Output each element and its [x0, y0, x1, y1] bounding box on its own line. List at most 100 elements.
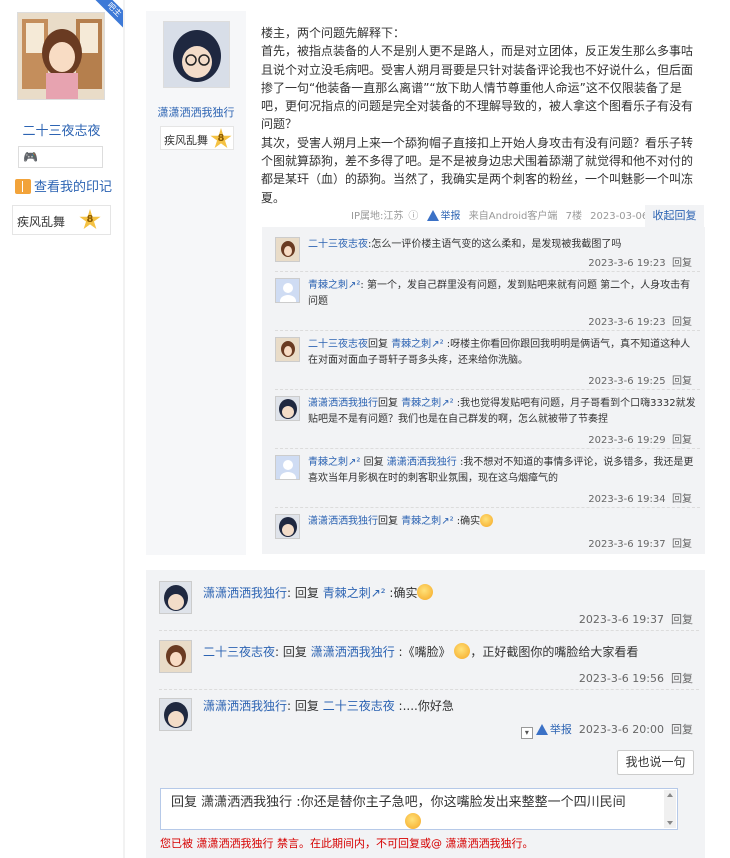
post-level-star-icon: 8 [210, 128, 232, 149]
editor-scrollbar[interactable] [664, 790, 676, 828]
post-author-level-name: 疾风乱舞 [164, 134, 208, 147]
reply-action[interactable]: 回复 [672, 258, 692, 269]
admin-ribbon: 吧主 [95, 0, 125, 30]
warning-icon [426, 210, 439, 221]
post-meta: IP属地:江苏 ⓘ 举报 来自Android客户端 7楼 2023-03-06 1… [351, 207, 685, 222]
add-reply-button[interactable]: 我也说一句 [617, 750, 694, 775]
report-link[interactable]: 举报 [426, 210, 461, 222]
reply-author[interactable]: 二十三夜志夜 [203, 645, 275, 659]
list-item: 青棘之刺↗²: 第一个，发自己群里没有问题，发到贴吧来就有问题 第二个，人身攻击… [275, 278, 700, 331]
post-content: 楼主，两个问题先解释下： 首先，被指点装备的人不是别人更不是路人，而是对立团体，… [261, 24, 701, 207]
reply-action[interactable]: 回复 [672, 435, 692, 446]
reply-time: 2023-3-6 19:23 [588, 258, 666, 269]
ip-location: IP属地:江苏 [351, 211, 404, 222]
reply-action[interactable]: 回复 [671, 672, 693, 685]
list-item: 潇潇洒洒我独行回复 青棘之刺↗² :我也觉得发贴吧有问题，月子哥看到个口嗨333… [275, 396, 700, 449]
post-paragraph: 楼主，两个问题先解释下： [261, 26, 406, 40]
reply-author[interactable]: 潇潇洒洒我独行 [308, 398, 378, 409]
floor-number: 7楼 [565, 211, 582, 222]
gamepad-icon: 🎮 [23, 150, 38, 164]
reply-author[interactable]: 潇潇洒洒我独行 [203, 699, 287, 713]
reply-time: 2023-3-6 19:37 [588, 539, 666, 550]
post-author-avatar[interactable] [163, 21, 230, 88]
reply-action[interactable]: 回复 [672, 539, 692, 550]
reply-author[interactable]: 二十三夜志夜 [308, 239, 368, 250]
sweat-emoji-icon [405, 813, 421, 829]
reply-text: :怎么一评价楼主语气变的这么柔和，是发现被我截图了吗 [368, 239, 622, 250]
game-badge-box[interactable]: 🎮 [18, 146, 103, 168]
reply-text-tail: ，正好截图你的嘴脸给大家看看 [470, 645, 639, 659]
level-badge: 疾风乱舞 8 [12, 205, 111, 235]
reply-target[interactable]: 青棘之刺 [323, 586, 371, 600]
post-paragraph: 其次，受害人朔月上来一个舔狗帽子直接扣上开始人身攻击有没有问题？看乐子转个图就算… [261, 135, 694, 205]
reply-time: 2023-3-6 19:56 [578, 672, 664, 685]
reply-avatar[interactable] [275, 278, 300, 303]
ban-notice: 您已被 潇潇洒洒我独行 禁言。在此期间内，不可回复或@ 潇潇洒洒我独行。 [160, 837, 534, 850]
book-icon [15, 179, 31, 194]
list-item: 青棘之刺↗² 回复 潇潇洒洒我独行 :我不想对不知道的事情多评论，说多错多，我还… [275, 455, 700, 508]
reply-time: 2023-3-6 19:25 [588, 376, 666, 387]
grin-emoji-icon [480, 514, 494, 527]
reply-time: 2023-3-6 19:37 [578, 613, 664, 626]
user-sidebar: 吧主 二十三夜志夜 🎮 查看我的印记 疾风乱舞 8 [0, 0, 125, 858]
reply-action[interactable]: 回复 [672, 317, 692, 328]
reply-author[interactable]: 青棘之刺 [308, 280, 348, 291]
report-link[interactable]: 举报 [535, 723, 572, 736]
reply-action[interactable]: 回复 [672, 376, 692, 387]
smug-emoji-icon [454, 643, 471, 659]
list-item: 潇潇洒洒我独行: 回复 青棘之刺↗² :确实 2023-3-6 19:37 回复 [159, 581, 699, 631]
client-source: 来自Android客户端 [468, 211, 558, 222]
list-item: 潇潇洒洒我独行回复 青棘之刺↗² :确实 2023-3-6 19:37 回复 [275, 514, 700, 550]
reply-text: :确实 [385, 586, 418, 600]
post-paragraph: 首先，被指点装备的人不是别人更不是路人，而是对立团体，反正发生那么多事咕且说个对… [261, 44, 694, 132]
reply-avatar[interactable] [275, 337, 300, 362]
reply-text: : 第一个，发自己群里没有问题，发到贴吧来就有问题 第二个，人身攻击有问题 [308, 280, 691, 307]
reply-time: 2023-3-6 20:00 [578, 723, 664, 736]
reply-time: 2023-3-6 19:23 [588, 317, 666, 328]
reply-target[interactable]: 青棘之刺 [401, 516, 441, 527]
view-marks-link[interactable]: 查看我的印记 [15, 176, 112, 195]
grin-emoji-icon [417, 584, 434, 600]
help-icon[interactable]: ⓘ [408, 211, 418, 222]
reply-avatar[interactable] [275, 455, 300, 480]
column-divider [123, 0, 125, 858]
reply-target[interactable]: 青棘之刺 [401, 398, 441, 409]
collapse-replies-button[interactable]: 收起回复 [645, 205, 704, 227]
level-name: 疾风乱舞 [17, 215, 66, 229]
reply-text: :....你好急 [394, 699, 454, 713]
post-author-panel [146, 11, 246, 555]
reply-author[interactable]: 青棘之刺 [308, 457, 348, 468]
sidebar-username[interactable]: 二十三夜志夜 [0, 120, 123, 139]
reply-author[interactable]: 二十三夜志夜 [308, 339, 368, 350]
level-star-icon: 8 [79, 209, 101, 230]
reply-avatar[interactable] [275, 396, 300, 421]
reply-time: 2023-3-6 19:34 [588, 494, 666, 505]
list-item: 二十三夜志夜:怎么一评价楼主语气变的这么柔和，是发现被我截图了吗 2023-3-… [275, 237, 700, 272]
reply-action[interactable]: 回复 [672, 494, 692, 505]
reply-editor-text[interactable]: 回复 潇潇洒洒我独行 :你还是替你主子急吧，你这嘴脸发出来整整一个四川民间 [171, 794, 661, 812]
reply-target[interactable]: 青棘之刺 [391, 339, 431, 350]
user-avatar[interactable] [17, 12, 105, 100]
reply-text: :《嘴脸》 [394, 645, 451, 659]
reply-time: 2023-3-6 19:29 [588, 435, 666, 446]
post-author-name[interactable]: 潇潇洒洒我独行 [146, 104, 246, 120]
list-item: 二十三夜志夜: 回复 潇潇洒洒我独行 :《嘴脸》 ，正好截图你的嘴脸给大家看看 … [159, 640, 699, 690]
reply-text: :确实 [453, 516, 481, 527]
reply-avatar[interactable] [275, 514, 300, 539]
reply-target[interactable]: 潇潇洒洒我独行 [387, 457, 457, 468]
reply-avatar[interactable] [159, 640, 192, 673]
reply-target[interactable]: 二十三夜志夜 [323, 699, 395, 713]
warning-icon [535, 724, 548, 735]
list-item: 二十三夜志夜回复 青棘之刺↗² :呀楼主你看回你跟回我明明是俩语气，真不知道这种… [275, 337, 700, 390]
reply-avatar[interactable] [275, 237, 300, 262]
reply-author[interactable]: 潇潇洒洒我独行 [308, 516, 378, 527]
reply-avatar[interactable] [159, 698, 192, 731]
reply-avatar[interactable] [159, 581, 192, 614]
list-item: 潇潇洒洒我独行: 回复 二十三夜志夜 :....你好急 ▾ 举报 2023-3-6… [159, 698, 699, 740]
more-options-icon[interactable]: ▾ [520, 727, 533, 739]
reply-editor[interactable]: 回复 潇潇洒洒我独行 :你还是替你主子急吧，你这嘴脸发出来整整一个四川民间 [160, 788, 678, 830]
reply-action[interactable]: 回复 [671, 613, 693, 626]
reply-target[interactable]: 潇潇洒洒我独行 [311, 645, 395, 659]
reply-author[interactable]: 潇潇洒洒我独行 [203, 586, 287, 600]
reply-action[interactable]: 回复 [671, 723, 693, 736]
